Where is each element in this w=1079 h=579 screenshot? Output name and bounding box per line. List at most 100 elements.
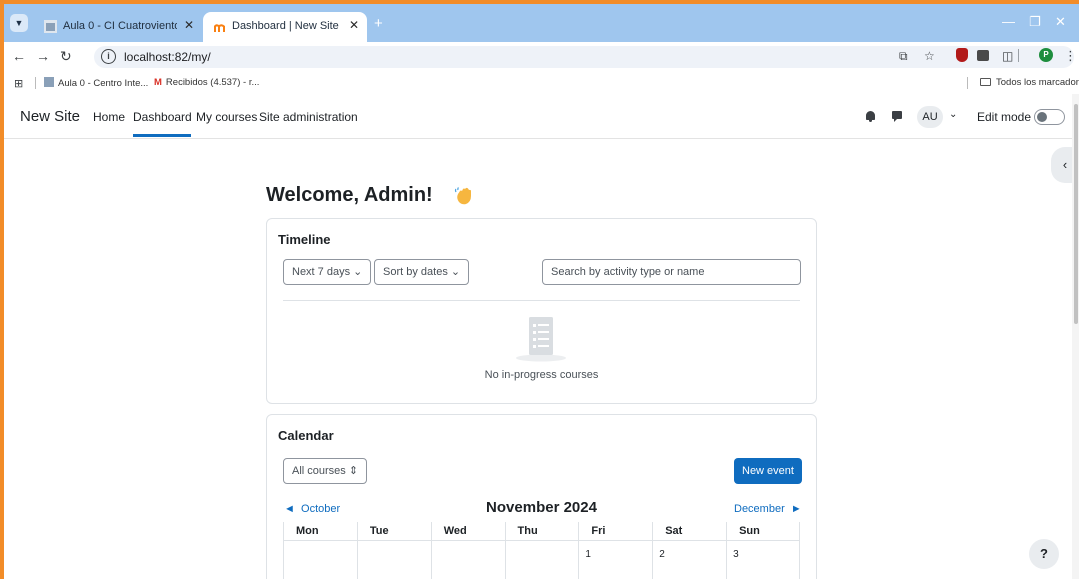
notifications-bell-icon-clapper xyxy=(869,120,872,122)
site-brand[interactable]: New Site xyxy=(20,108,80,125)
tab-title: Dashboard | New Site xyxy=(232,20,339,32)
range-filter-label: Next 7 days xyxy=(292,266,351,278)
tab-search-chevron-icon[interactable]: ▼ xyxy=(10,14,28,32)
notifications-bell-icon[interactable] xyxy=(866,111,875,120)
bookmark-star-icon[interactable]: ☆ xyxy=(924,49,935,63)
all-bookmarks-folder[interactable]: Todos los marcadores xyxy=(980,77,1079,88)
tab-title: Aula 0 - CI Cuatrovientos: Cale xyxy=(63,20,177,32)
gmail-icon: M xyxy=(154,77,162,88)
restore-icon[interactable]: ❐ xyxy=(1029,14,1041,30)
user-avatar[interactable]: AU xyxy=(917,106,943,128)
back-icon[interactable]: ← xyxy=(12,48,26,64)
nav-home[interactable]: Home xyxy=(93,110,125,124)
course-filter-select[interactable]: All courses ⇕ xyxy=(283,458,368,484)
close-window-icon[interactable]: ✕ xyxy=(1055,14,1066,30)
help-button[interactable]: ? xyxy=(1029,539,1059,569)
scrollbar-thumb[interactable] xyxy=(1074,104,1078,324)
minimize-icon[interactable]: — xyxy=(1002,14,1015,29)
calendar-week-row: 1 2 3 xyxy=(283,540,800,579)
tab-close-icon[interactable]: ✕ xyxy=(349,18,359,32)
bookmark-gmail[interactable]: M Recibidos (4.537) - r... xyxy=(154,77,259,88)
reload-icon[interactable]: ↻ xyxy=(60,48,72,65)
next-month-label: December xyxy=(734,503,785,515)
forward-icon[interactable]: → xyxy=(36,48,50,64)
weekday-label: Thu xyxy=(504,522,579,540)
weekday-label: Sat xyxy=(652,522,726,540)
aula-favicon-icon xyxy=(44,77,54,87)
site-info-icon[interactable]: i xyxy=(101,49,116,64)
nav-site-administration[interactable]: Site administration xyxy=(259,110,358,124)
messages-chat-icon[interactable] xyxy=(892,111,902,119)
calendar-day-cell[interactable]: 2 xyxy=(652,541,726,579)
calendar-day-cell[interactable]: 1 xyxy=(578,541,652,579)
tab-dashboard[interactable]: Dashboard | New Site ✕ xyxy=(203,12,367,42)
bookmark-divider xyxy=(35,77,36,89)
edit-mode-label: Edit mode xyxy=(977,110,1032,124)
bookmark-label: Recibidos (4.537) - r... xyxy=(165,77,260,88)
ublock-extension-icon[interactable] xyxy=(956,48,968,62)
divider xyxy=(283,300,800,301)
moodle-favicon-icon xyxy=(214,24,225,32)
calendar-day-cell[interactable]: 3 xyxy=(726,541,800,579)
calendar-day-cell[interactable] xyxy=(283,541,357,579)
nav-dashboard[interactable]: Dashboard xyxy=(133,110,192,124)
bookmarks-bar: ⊞ Aula 0 - Centro Inte... M Recibidos (4.… xyxy=(4,72,1079,94)
browser-window: ▼ Aula 0 - CI Cuatrovientos: Cale ✕ Dash… xyxy=(4,4,1079,579)
nav-my-courses[interactable]: My courses xyxy=(196,110,257,124)
calendar-day-cell[interactable] xyxy=(504,541,579,579)
tab-close-icon[interactable]: ✕ xyxy=(184,18,194,32)
active-nav-indicator xyxy=(133,134,191,137)
weekday-label: Tue xyxy=(356,522,431,540)
empty-courses-icon xyxy=(516,317,566,362)
empty-state-text: No in-progress courses xyxy=(484,369,599,381)
timeline-sort-dropdown[interactable]: Sort by dates ⌄ xyxy=(374,259,470,285)
apps-grid-icon[interactable]: ⊞ xyxy=(14,77,23,90)
timeline-block: Timeline Next 7 days ⌄ Sort by dates ⌄ N… xyxy=(266,218,817,404)
new-tab-icon[interactable]: + xyxy=(374,15,383,32)
folder-icon xyxy=(980,78,991,86)
right-arrow-icon: ► xyxy=(790,503,802,515)
profile-avatar[interactable]: P xyxy=(1039,48,1053,62)
weekday-label: Fri xyxy=(578,522,652,540)
page-title: Welcome, Admin! xyxy=(266,184,433,206)
calendar-title: Calendar xyxy=(278,428,334,443)
site-navbar: New Site Home Dashboard My courses Site … xyxy=(4,94,1072,139)
weekday-label: Mon xyxy=(283,522,357,540)
timeline-range-dropdown[interactable]: Next 7 days ⌄ xyxy=(283,259,372,285)
calendar-day-cell[interactable] xyxy=(356,541,431,579)
toolbar-divider xyxy=(1018,49,1019,62)
weekday-label: Wed xyxy=(430,522,505,540)
bookmark-aula[interactable]: Aula 0 - Centro Inte... xyxy=(44,77,148,89)
address-bar: ← → ↻ i localhost:82/my/ ⧉ ☆ ◫ xyxy=(4,42,1079,72)
waving-hand-icon xyxy=(454,187,471,205)
extensions-puzzle-icon[interactable]: ◫ xyxy=(1002,49,1013,63)
translate-icon[interactable]: ⧉ xyxy=(899,49,908,64)
tab-aula[interactable]: Aula 0 - CI Cuatrovientos: Cale ✕ xyxy=(34,12,202,42)
bookmark-divider xyxy=(967,77,968,89)
course-filter-label: All courses xyxy=(292,465,346,477)
tab-strip: ▼ Aula 0 - CI Cuatrovientos: Cale ✕ Dash… xyxy=(4,4,1079,42)
chevron-down-icon: ⌄ xyxy=(353,266,363,278)
all-bookmarks-label: Todos los marcadores xyxy=(996,77,1079,88)
bookmark-label: Aula 0 - Centro Inte... xyxy=(58,78,149,89)
timeline-title: Timeline xyxy=(278,232,331,247)
extension-icon[interactable] xyxy=(977,50,989,61)
select-updown-icon: ⇕ xyxy=(348,465,359,477)
timeline-search-input[interactable] xyxy=(542,259,801,285)
messages-chat-icon-tail xyxy=(894,119,897,122)
weekday-label: Sun xyxy=(726,522,800,540)
calendar-day-cell[interactable] xyxy=(430,541,505,579)
url-text[interactable]: localhost:82/my/ xyxy=(124,50,211,64)
calendar-grid: Mon Tue Wed Thu Fri Sat Sun 1 2 3 xyxy=(283,522,800,579)
browser-menu-icon[interactable]: ⋮ xyxy=(1064,48,1077,64)
edit-mode-toggle[interactable] xyxy=(1034,109,1065,125)
next-month-link[interactable]: December ► xyxy=(734,503,802,515)
calendar-block: Calendar All courses ⇕ New event ◄ Octob… xyxy=(266,414,817,579)
weekday-header: Mon Tue Wed Thu Fri Sat Sun xyxy=(283,522,800,540)
sort-filter-label: Sort by dates xyxy=(383,266,448,278)
toggle-knob xyxy=(1037,112,1047,122)
aula-favicon-icon xyxy=(44,20,57,33)
new-event-button[interactable]: New event xyxy=(734,458,802,484)
chevron-down-icon: ⌄ xyxy=(450,266,461,278)
user-menu-chevron-icon[interactable]: ⌄ xyxy=(949,109,957,120)
